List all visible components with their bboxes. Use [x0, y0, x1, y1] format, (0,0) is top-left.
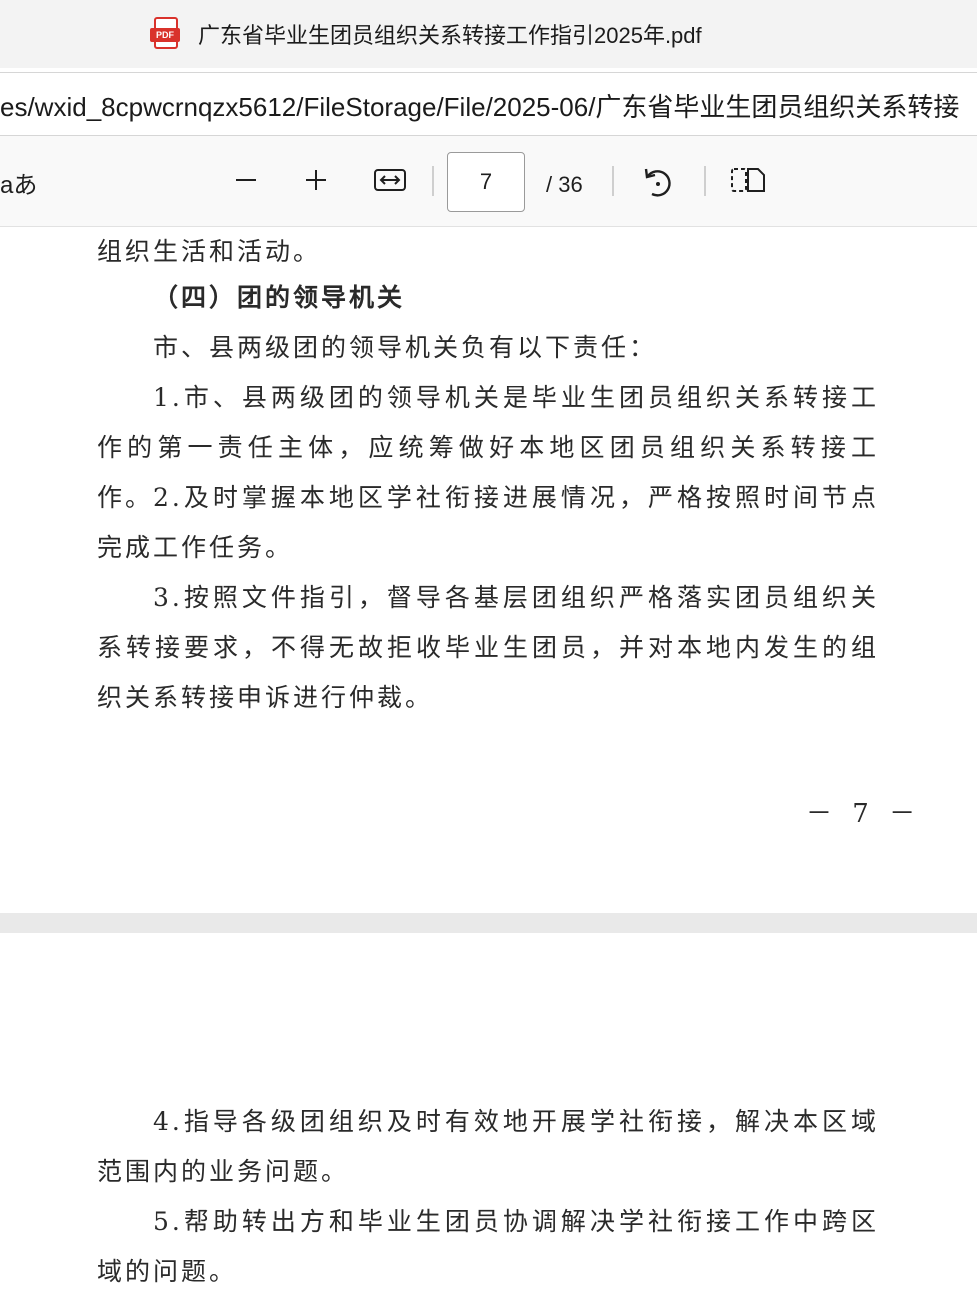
paragraph: 市、县两级团的领导机关负有以下责任：	[153, 333, 658, 362]
rotate-button[interactable]	[638, 162, 678, 202]
pdf-file-icon: PDF	[150, 17, 180, 51]
section-heading: （四）团的领导机关	[153, 283, 406, 312]
toolbar-divider	[432, 166, 434, 196]
rotate-icon	[644, 168, 671, 197]
two-page-view-icon	[731, 168, 765, 192]
paragraph: 3.按照文件指引，督导各基层团组织严格落实团员组织关系转接要求，不得无故拒收毕业…	[97, 583, 879, 712]
fit-width-icon	[374, 169, 406, 191]
document-tab[interactable]: PDF 广东省毕业生团员组织关系转接工作指引2025年.pdf	[150, 16, 702, 52]
pdf-page: 组织生活和活动。 （四）团的领导机关 市、县两级团的领导机关负有以下责任： 1.…	[0, 227, 977, 913]
paragraph: 2.及时掌握本地区学社衔接进展情况，严格按照时间节点完成工作任务。	[97, 483, 879, 562]
minus-icon	[236, 179, 256, 181]
address-bar[interactable]: es/wxid_8cpwcrnqzx5612/FileStorage/File/…	[0, 72, 977, 136]
fit-to-width-button[interactable]	[370, 162, 410, 198]
paragraph: 5.帮助转出方和毕业生团员协调解决学社衔接工作中跨区域的问题。	[97, 1207, 879, 1286]
read-aloud-button[interactable]: aあ	[0, 164, 37, 200]
toolbar-divider	[612, 166, 614, 196]
toolbar-divider	[704, 166, 706, 196]
page-number-input[interactable]: 7	[447, 152, 525, 212]
page-view-button[interactable]	[728, 162, 768, 198]
pdf-toolbar: aあ 7 / 36	[0, 136, 977, 227]
paragraph: 4.指导各级团组织及时有效地开展学社衔接，解决本区域范围内的业务问题。	[97, 1107, 879, 1186]
paragraph: 组织生活和活动。	[97, 237, 322, 266]
plus-icon	[306, 170, 326, 190]
zoom-in-button[interactable]	[298, 162, 334, 198]
read-aloud-label: aあ	[0, 171, 38, 199]
address-path[interactable]: es/wxid_8cpwcrnqzx5612/FileStorage/File/…	[0, 87, 959, 124]
tab-bar: PDF 广东省毕业生团员组织关系转接工作指引2025年.pdf	[0, 0, 977, 68]
page-total: / 36	[546, 172, 583, 197]
document-viewer[interactable]: 组织生活和活动。 （四）团的领导机关 市、县两级团的领导机关负有以下责任： 1.…	[0, 227, 977, 1295]
pdf-page: 4.指导各级团组织及时有效地开展学社衔接，解决本区域范围内的业务问题。 5.帮助…	[0, 933, 977, 1295]
page-footer-number: － 7 －	[806, 799, 922, 829]
zoom-out-button[interactable]	[228, 162, 264, 198]
tab-title: 广东省毕业生团员组织关系转接工作指引2025年.pdf	[198, 23, 702, 48]
